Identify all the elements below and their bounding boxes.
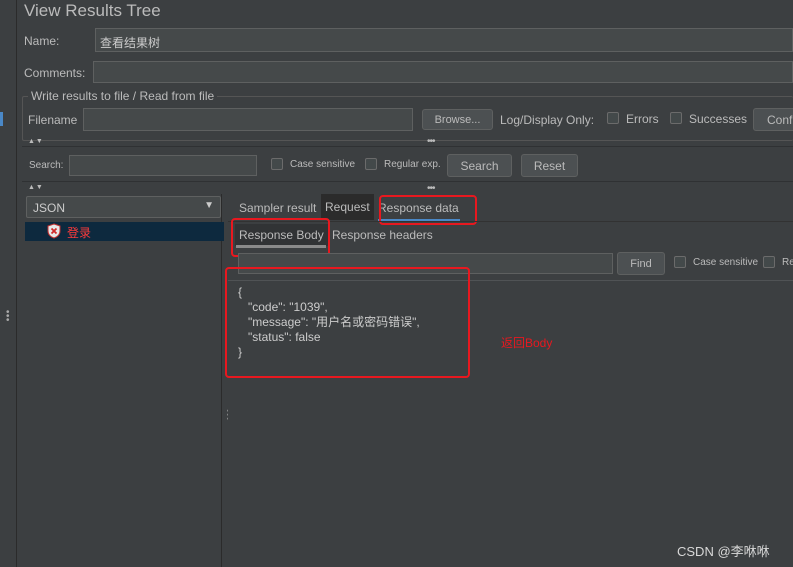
errors-checkbox[interactable]	[607, 112, 619, 124]
find-regex-checkbox[interactable]	[763, 256, 775, 268]
highlight-box	[231, 218, 330, 257]
find-regex-label: Regular exp.	[782, 257, 793, 268]
case-sensitive-label: Case sensitive	[290, 159, 356, 170]
name-field[interactable]: 查看结果树	[95, 28, 793, 52]
name-value: 查看结果树	[100, 36, 161, 50]
regex-checkbox[interactable]	[365, 158, 377, 170]
annotation-label: 返回Body	[501, 336, 553, 350]
reset-button[interactable]: Reset	[521, 154, 578, 177]
watermark: CSDN @李咻咻	[677, 544, 770, 559]
search-button[interactable]: Search	[447, 154, 512, 177]
case-sensitive-checkbox[interactable]	[271, 158, 283, 170]
collapse-arrows-icon[interactable]: ▲▼	[28, 184, 44, 191]
browse-button[interactable]: Browse...	[422, 109, 493, 130]
error-shield-icon	[47, 223, 61, 242]
search-input[interactable]	[69, 155, 257, 176]
comments-field[interactable]	[93, 61, 793, 83]
find-case-sensitive-checkbox[interactable]	[674, 256, 686, 268]
filename-label: Filename	[28, 113, 78, 127]
file-section-legend: Write results to file / Read from file	[28, 89, 218, 103]
page-title: View Results Tree	[24, 1, 161, 20]
filename-input[interactable]	[83, 108, 413, 131]
tree-item-label: 登录	[67, 226, 92, 240]
find-button[interactable]: Find	[617, 252, 665, 275]
collapse-arrows-icon[interactable]: ▲▼	[28, 138, 44, 145]
successes-checkbox[interactable]	[670, 112, 682, 124]
comments-label: Comments:	[24, 66, 86, 80]
tab-response-headers[interactable]: Response headers	[328, 224, 437, 246]
chevron-down-icon: ▼	[204, 200, 214, 211]
renderer-select[interactable]: JSON ▼	[26, 196, 221, 218]
tab-request[interactable]: Request	[321, 194, 374, 220]
regex-label: Regular exp.	[384, 159, 441, 170]
name-label: Name:	[24, 34, 60, 48]
resize-grip-icon[interactable]: • • •	[6, 308, 10, 326]
configure-button[interactable]: Configure	[753, 108, 793, 131]
search-label: Search:	[29, 160, 64, 171]
tree-item[interactable]: 登录	[25, 222, 224, 241]
divider	[22, 181, 793, 182]
renderer-value: JSON	[33, 201, 66, 215]
results-tree-pane	[24, 194, 222, 567]
find-case-sensitive-label: Case sensitive	[693, 257, 759, 268]
log-display-label: Log/Display Only:	[500, 113, 595, 127]
selection-indicator	[0, 112, 3, 126]
divider	[22, 146, 793, 147]
highlight-box	[225, 267, 470, 378]
tab-sampler-result[interactable]: Sampler result	[235, 196, 320, 220]
errors-label: Errors	[626, 112, 659, 126]
splitter-handle-icon[interactable]: •••	[427, 183, 435, 194]
left-edge-panel: • • •	[0, 0, 17, 567]
successes-label: Successes	[689, 112, 748, 126]
